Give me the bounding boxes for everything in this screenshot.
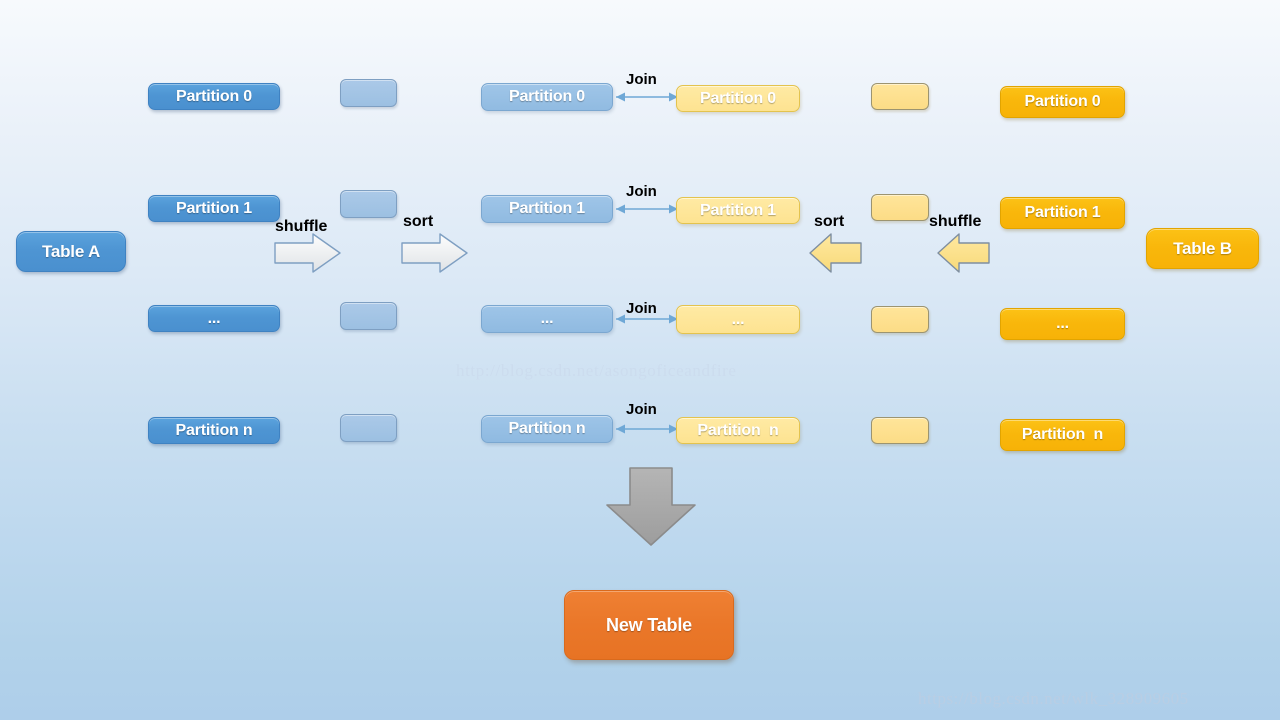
join-label-3: Join bbox=[626, 401, 657, 418]
mid-right-partition-2[interactable]: ... bbox=[676, 305, 800, 334]
sort-arrow-right bbox=[809, 233, 862, 273]
shuffle-right-text: shuffle bbox=[929, 213, 982, 230]
mid-right-partition-3-label: Partition n bbox=[697, 421, 779, 439]
mid-right-partition-3[interactable]: Partition n bbox=[676, 417, 800, 444]
mid-right-partition-0-label: Partition 0 bbox=[699, 89, 777, 107]
left-partition-1-label: Partition 1 bbox=[175, 199, 253, 217]
table-b-box[interactable]: Table B bbox=[1146, 228, 1259, 269]
join-label-2-text: Join bbox=[626, 300, 657, 317]
right-chip-2[interactable] bbox=[871, 306, 929, 333]
mid-left-partition-0[interactable]: Partition 0 bbox=[481, 83, 613, 111]
mid-right-partition-2-label: ... bbox=[731, 310, 745, 328]
left-partition-2-label: ... bbox=[207, 309, 221, 327]
left-partition-0-label: Partition 0 bbox=[175, 87, 253, 105]
sort-arrow-left bbox=[401, 233, 468, 273]
watermark-corner: https://blog.csdn.net/wlk_328909605 bbox=[918, 689, 1189, 709]
watermark-center: http://blog.csdn.net/asongoficeandfire bbox=[456, 361, 737, 381]
left-chip-3[interactable] bbox=[340, 414, 397, 442]
table-a-box[interactable]: Table A bbox=[16, 231, 126, 272]
right-chip-1[interactable] bbox=[871, 194, 929, 221]
mid-left-partition-2-label: ... bbox=[540, 310, 554, 327]
right-partition-2[interactable]: ... bbox=[1000, 308, 1125, 340]
join-label-0-text: Join bbox=[626, 71, 657, 88]
result-down-arrow bbox=[606, 467, 696, 546]
left-chip-1[interactable] bbox=[340, 190, 397, 218]
mid-left-partition-3[interactable]: Partition n bbox=[481, 415, 613, 443]
shuffle-label-left: shuffle bbox=[275, 218, 327, 236]
new-table-box[interactable]: New Table bbox=[564, 590, 734, 660]
shuffle-label-right: shuffle bbox=[929, 213, 981, 231]
left-partition-0[interactable]: Partition 0 bbox=[148, 83, 280, 110]
right-partition-1-label: Partition 1 bbox=[1024, 204, 1101, 221]
join-label-3-text: Join bbox=[626, 401, 657, 418]
sort-right-text: sort bbox=[814, 213, 845, 230]
mid-right-partition-1[interactable]: Partition 1 bbox=[676, 197, 800, 224]
mid-left-partition-3-label: Partition n bbox=[508, 420, 586, 437]
mid-right-partition-1-label: Partition 1 bbox=[699, 201, 777, 219]
mid-left-partition-2[interactable]: ... bbox=[481, 305, 613, 333]
right-partition-2-label: ... bbox=[1056, 315, 1069, 332]
join-label-1-text: Join bbox=[626, 183, 657, 200]
sort-left-text: sort bbox=[403, 213, 434, 230]
watermark-center-text: http://blog.csdn.net/asongoficeandfire bbox=[456, 361, 737, 380]
left-partition-3[interactable]: Partition n bbox=[148, 417, 280, 444]
join-label-0: Join bbox=[626, 71, 657, 88]
mid-right-partition-0[interactable]: Partition 0 bbox=[676, 85, 800, 112]
right-partition-3[interactable]: Partition n bbox=[1000, 419, 1125, 451]
right-chip-0[interactable] bbox=[871, 83, 929, 110]
shuffle-arrow-left bbox=[274, 233, 341, 273]
right-chip-3[interactable] bbox=[871, 417, 929, 444]
right-partition-1[interactable]: Partition 1 bbox=[1000, 197, 1125, 229]
join-label-2: Join bbox=[626, 300, 657, 317]
sort-label-right: sort bbox=[814, 213, 844, 231]
new-table-label: New Table bbox=[606, 614, 692, 635]
left-partition-3-label: Partition n bbox=[175, 421, 253, 439]
right-partition-0-label: Partition 0 bbox=[1024, 93, 1101, 110]
left-chip-0[interactable] bbox=[340, 79, 397, 107]
sort-label-left: sort bbox=[403, 213, 433, 231]
join-label-1: Join bbox=[626, 183, 657, 200]
left-chip-2[interactable] bbox=[340, 302, 397, 330]
shuffle-left-text: shuffle bbox=[275, 218, 328, 235]
left-partition-2[interactable]: ... bbox=[148, 305, 280, 332]
shuffle-arrow-right bbox=[937, 233, 990, 273]
mid-left-partition-1-label: Partition 1 bbox=[508, 200, 586, 217]
left-partition-1[interactable]: Partition 1 bbox=[148, 195, 280, 222]
right-partition-0[interactable]: Partition 0 bbox=[1000, 86, 1125, 118]
watermark-corner-text: https://blog.csdn.net/wlk_328909605 bbox=[918, 689, 1189, 708]
mid-left-partition-0-label: Partition 0 bbox=[508, 88, 586, 105]
table-a-label: Table A bbox=[41, 241, 101, 261]
table-b-label: Table B bbox=[1173, 238, 1232, 258]
diagram-canvas: Table A Partition 0 Partition 1 ... Part… bbox=[0, 0, 1280, 720]
right-partition-3-label: Partition n bbox=[1021, 426, 1104, 443]
mid-left-partition-1[interactable]: Partition 1 bbox=[481, 195, 613, 223]
